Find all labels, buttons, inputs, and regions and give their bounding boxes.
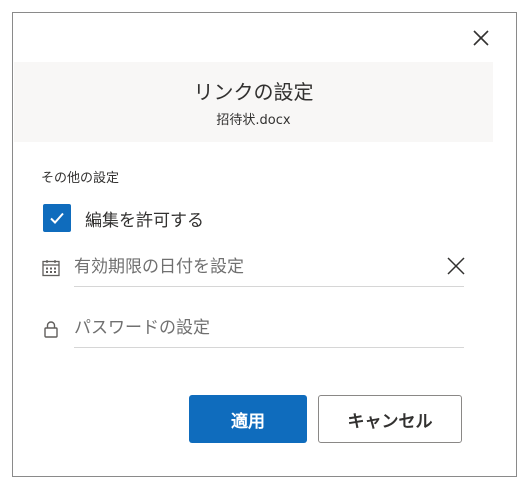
- calendar-icon: [41, 258, 61, 278]
- allow-edit-checkbox-row[interactable]: 編集を許可する: [43, 203, 204, 233]
- password-input[interactable]: パスワードの設定: [74, 310, 464, 348]
- allow-edit-checkbox[interactable]: [43, 204, 71, 232]
- allow-edit-label: 編集を許可する: [85, 210, 204, 231]
- dialog-title: リンクの設定: [193, 80, 314, 104]
- close-button[interactable]: [468, 25, 494, 51]
- lock-icon: [41, 319, 61, 339]
- password-field[interactable]: パスワードの設定: [41, 310, 464, 348]
- link-settings-dialog: リンクの設定 招待状.docx その他の設定 編集を許可する 有効期限の日付を設…: [12, 12, 517, 477]
- clear-expiration-button[interactable]: [444, 254, 468, 278]
- close-icon: [473, 30, 489, 46]
- close-icon: [447, 257, 465, 275]
- file-name: 招待状.docx: [216, 113, 291, 128]
- expiration-date-field[interactable]: 有効期限の日付を設定: [41, 249, 465, 287]
- expiration-date-input[interactable]: 有効期限の日付を設定: [74, 249, 464, 287]
- cancel-button[interactable]: キャンセル: [318, 395, 462, 443]
- apply-button[interactable]: 適用: [189, 395, 307, 443]
- other-settings-label: その他の設定: [41, 171, 120, 186]
- dialog-header: リンクの設定 招待状.docx: [14, 62, 493, 142]
- checkmark-icon: [50, 212, 64, 224]
